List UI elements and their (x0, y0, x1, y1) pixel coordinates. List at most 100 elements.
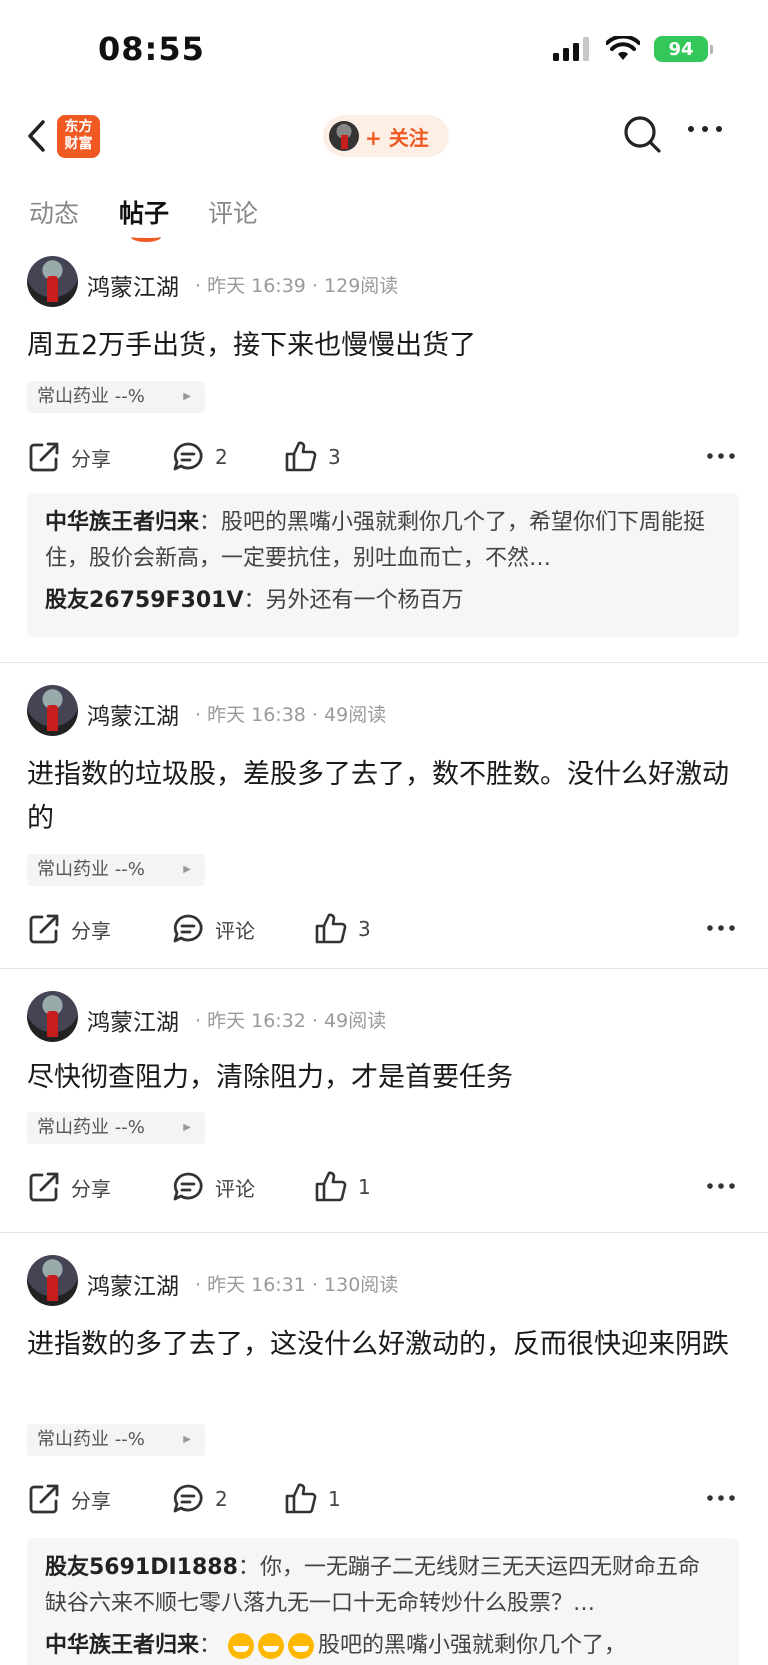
post-date: 昨天 16:39 (207, 275, 306, 297)
avatar (329, 121, 359, 151)
stock-tag[interactable]: 常山药业 --% ▶ (27, 1424, 205, 1456)
comment-label: 评论 (215, 918, 255, 943)
grin-emoji-icon (228, 1633, 255, 1659)
triangle-right-icon: ▶ (183, 1122, 191, 1133)
stock-tag-label: 常山药业 --% (37, 386, 145, 407)
avatar[interactable] (27, 1255, 78, 1306)
stock-tag-label: 常山药业 --% (37, 1429, 145, 1450)
post-content[interactable]: 尽快彻查阻力，清除阻力，才是首要任务 (27, 1056, 737, 1100)
share-icon (29, 1484, 59, 1514)
post-meta: · 昨天 16:31 · 130阅读 (195, 1274, 399, 1296)
reply-user[interactable]: 股友5691DI1888 (45, 1555, 238, 1580)
share-button[interactable]: 分享 (27, 912, 111, 946)
comment-icon (173, 442, 203, 471)
post-author[interactable]: 鸿蒙江湖 (87, 1003, 179, 1037)
stock-tag[interactable]: 常山药业 --% ▶ (27, 854, 205, 886)
battery-indicator: 94 (654, 36, 713, 62)
like-count: 3 (358, 917, 371, 941)
tab-active-indicator (131, 232, 161, 242)
post-content[interactable]: 进指数的多了去了，这没什么好激动的，反而很快迎来阴跌 (27, 1323, 737, 1367)
follow-label: + 关注 (365, 125, 429, 150)
tab-dynamics[interactable]: 动态 (29, 194, 79, 230)
like-icon (285, 441, 317, 472)
like-count: 1 (328, 1487, 341, 1511)
post-meta: · 昨天 16:38 · 49阅读 (195, 704, 387, 726)
like-button[interactable]: 1 (314, 1170, 371, 1204)
comment-icon (173, 914, 203, 943)
post-divider (0, 1232, 768, 1233)
tab-comments[interactable]: 评论 (208, 194, 258, 230)
avatar[interactable] (27, 256, 78, 307)
post-divider (0, 662, 768, 663)
logo-line-2: 财富 (64, 136, 93, 152)
share-button[interactable]: 分享 (27, 440, 111, 474)
comment-count: 2 (215, 1487, 228, 1511)
post-reads: 49阅读 (324, 704, 387, 726)
stock-tag[interactable]: 常山药业 --% ▶ (27, 381, 205, 413)
share-icon (29, 914, 59, 944)
status-bar: 08:55 94 (0, 0, 768, 100)
reply-item[interactable]: 股友5691DI1888：你，一无蹦子二无线财三无天运四无财命五命缺谷六来不顺七… (45, 1550, 721, 1622)
share-icon (29, 1172, 59, 1202)
reply-user[interactable]: 中华族王者归来 (45, 510, 199, 535)
like-icon (285, 1483, 317, 1514)
status-icons: 94 (552, 36, 713, 62)
post-meta: · 昨天 16:39 · 129阅读 (195, 275, 399, 297)
reply-item[interactable]: 中华族王者归来：股吧的黑嘴小强就剩你几个了，希望你们下周能挺住，股价会新高，一定… (45, 505, 721, 577)
post-author[interactable]: 鸿蒙江湖 (87, 268, 179, 302)
share-button[interactable]: 分享 (27, 1482, 111, 1516)
signal-icon (553, 37, 589, 61)
stock-tag[interactable]: 常山药业 --% ▶ (27, 1112, 205, 1144)
reply-item[interactable]: 股友26759F301V：另外还有一个杨百万 (45, 583, 721, 619)
reply-user[interactable]: 中华族王者归来 (45, 1633, 199, 1658)
triangle-right-icon: ▶ (183, 1434, 191, 1445)
post-date: 昨天 16:38 (207, 704, 306, 726)
post-author[interactable]: 鸿蒙江湖 (87, 1267, 179, 1301)
like-icon (315, 1171, 347, 1202)
comment-button[interactable]: 评论 (171, 1170, 255, 1204)
app-logo[interactable]: 东方 财富 (57, 115, 100, 158)
more-options-icon[interactable] (706, 452, 736, 460)
share-button[interactable]: 分享 (27, 1170, 111, 1204)
like-button[interactable]: 3 (314, 912, 371, 946)
like-count: 1 (358, 1175, 371, 1199)
post-reads: 49阅读 (324, 1010, 387, 1032)
search-icon[interactable] (622, 114, 664, 156)
logo-line-1: 东方 (64, 119, 93, 135)
reply-preview-box[interactable]: 股友5691DI1888：你，一无蹦子二无线财三无天运四无财命五命缺谷六来不顺七… (27, 1538, 739, 1665)
avatar[interactable] (27, 991, 78, 1042)
comment-button[interactable]: 2 (171, 1482, 228, 1516)
back-icon[interactable] (22, 116, 52, 156)
post-date: 昨天 16:32 (207, 1010, 306, 1032)
post-content[interactable]: 进指数的垃圾股，差股多了去了，数不胜数。没什么好激动的 (27, 753, 737, 841)
comment-icon (173, 1172, 203, 1201)
comment-count: 2 (215, 445, 228, 469)
comment-button[interactable]: 2 (171, 440, 228, 474)
reply-preview-box[interactable]: 中华族王者归来：股吧的黑嘴小强就剩你几个了，希望你们下周能挺住，股价会新高，一定… (27, 493, 739, 637)
battery-level: 94 (668, 38, 694, 60)
triangle-right-icon: ▶ (183, 391, 191, 402)
share-label: 分享 (71, 1488, 111, 1513)
more-icon[interactable] (686, 124, 726, 134)
grin-emoji-icon (288, 1633, 315, 1659)
post-content[interactable]: 周五2万手出货，接下来也慢慢出货了 (27, 324, 737, 368)
reply-item[interactable]: 中华族王者归来： 股吧的黑嘴小强就剩你几个了， (45, 1628, 721, 1664)
like-count: 3 (328, 445, 341, 469)
more-options-icon[interactable] (706, 924, 736, 932)
stock-tag-label: 常山药业 --% (37, 1117, 145, 1138)
like-button[interactable]: 3 (284, 440, 341, 474)
share-label: 分享 (71, 446, 111, 471)
post-divider (0, 968, 768, 969)
grin-emoji-icon (258, 1633, 285, 1659)
tab-posts[interactable]: 帖子 (119, 194, 169, 230)
post-meta: · 昨天 16:32 · 49阅读 (195, 1010, 387, 1032)
comment-button[interactable]: 评论 (171, 912, 255, 946)
post-author[interactable]: 鸿蒙江湖 (87, 697, 179, 731)
more-options-icon[interactable] (706, 1182, 736, 1190)
post-reads: 129阅读 (324, 275, 399, 297)
follow-button[interactable]: + 关注 (323, 115, 449, 157)
like-button[interactable]: 1 (284, 1482, 341, 1516)
more-options-icon[interactable] (706, 1494, 736, 1502)
avatar[interactable] (27, 685, 78, 736)
reply-user[interactable]: 股友26759F301V (45, 588, 244, 613)
